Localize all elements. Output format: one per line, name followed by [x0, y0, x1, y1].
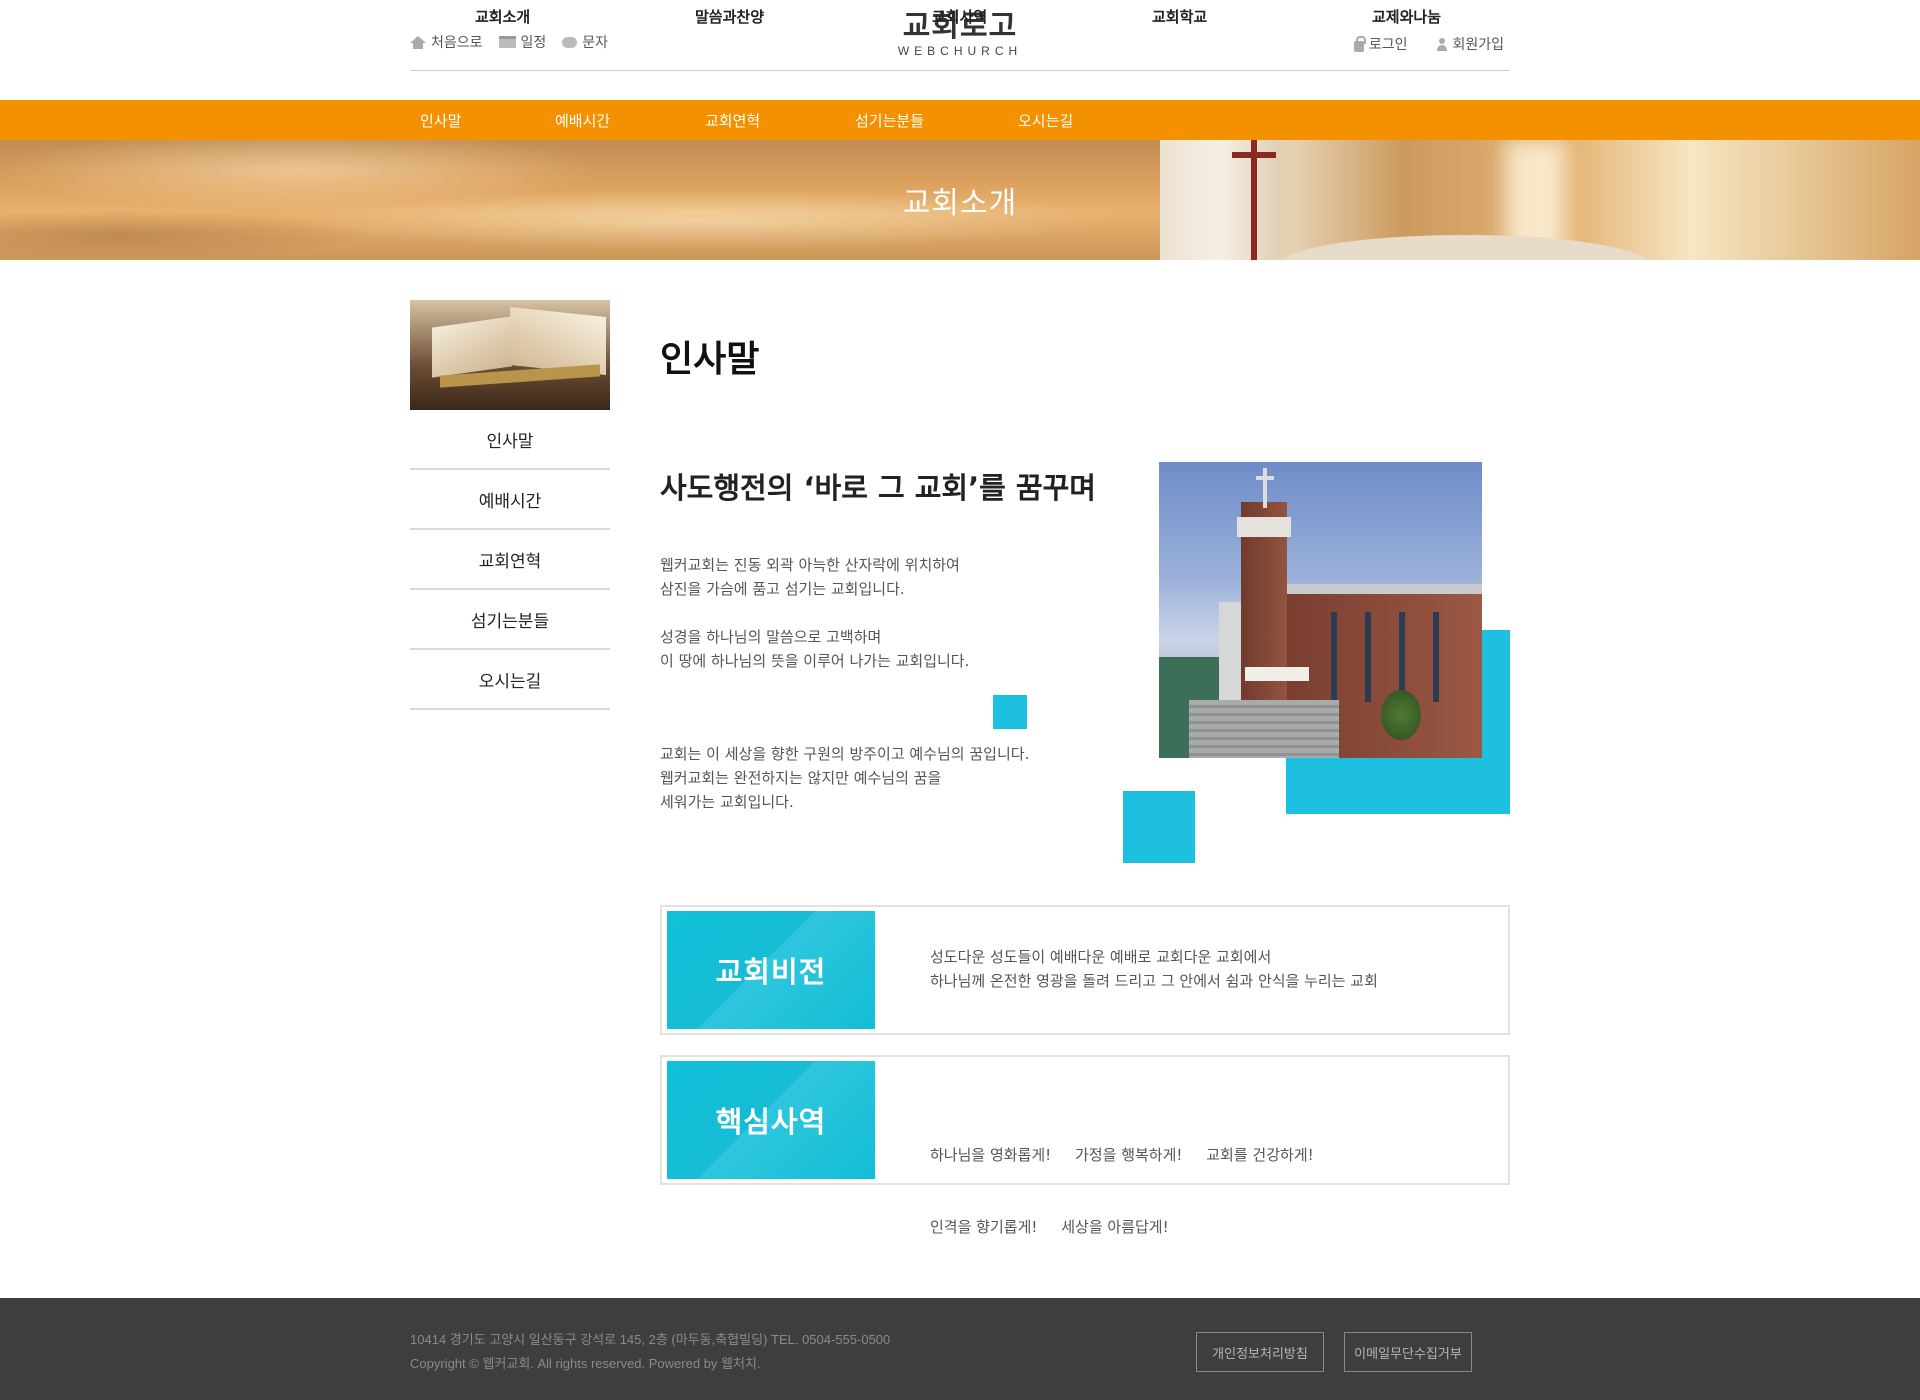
sidebar: 인사말 예배시간 교회연혁 섬기는분들 오시는길	[410, 300, 610, 710]
greeting-paragraph-1: 웹커교회는 진동 외곽 아늑한 산자락에 위치하여 삼진을 가슴에 품고 섬기는…	[660, 553, 960, 601]
photo-window	[1399, 612, 1405, 702]
privacy-policy-button[interactable]: 개인정보처리방침	[1196, 1332, 1324, 1372]
vision-text: 성도다운 성도들이 예배다운 예배로 교회다운 교회에서 하나님께 온전한 영광…	[930, 945, 1378, 993]
message-link-label: 문자	[582, 35, 609, 51]
sub-nav-item-directions[interactable]: 오시는길	[1018, 110, 1073, 131]
page-banner: 교회소개	[0, 140, 1920, 260]
sidebar-item-directions[interactable]: 오시는길	[410, 650, 610, 710]
home-icon	[410, 36, 426, 49]
photo-tree	[1381, 690, 1421, 740]
sidebar-item-history[interactable]: 교회연혁	[410, 530, 610, 590]
main-nav-item-about[interactable]: 교회소개	[475, 6, 530, 27]
site-header: 처음으로 일정 문자 교회로고 WEBCHURCH 로그인 회원가입 교회소개 …	[410, 0, 1510, 100]
photo-window	[1433, 612, 1439, 702]
photo-stairs	[1189, 700, 1339, 758]
banner-title: 교회소개	[902, 186, 1018, 221]
logo-sub-text: WEBCHURCH	[897, 44, 1023, 58]
calendar-icon	[498, 36, 516, 48]
bible-page-left	[432, 316, 512, 378]
photo-sign	[1245, 667, 1309, 681]
vision-line: 성도다운 성도들이 예배다운 예배로 교회다운 교회에서	[930, 948, 1272, 966]
page-title: 인사말	[660, 339, 760, 380]
paragraph-line: 성경을 하나님의 말씀으로 고백하며	[660, 628, 882, 646]
vision-line: 하나님께 온전한 영광을 돌려 드리고 그 안에서 쉼과 안식을 누리는 교회	[930, 972, 1378, 990]
paragraph-line: 웹커교회는 완전하지는 않지만 예수님의 꿈을	[660, 769, 942, 787]
main-nav-item-word[interactable]: 말씀과찬양	[695, 6, 764, 27]
paragraph-line: 웹커교회는 진동 외곽 아늑한 산자락에 위치하여	[660, 556, 960, 574]
lock-icon	[1353, 35, 1366, 52]
login-link[interactable]: 로그인	[1353, 34, 1408, 54]
photo-spire-cross	[1256, 476, 1274, 480]
vision-box: 교회비전 성도다운 성도들이 예배다운 예배로 교회다운 교회에서 하나님께 온…	[660, 905, 1510, 1035]
photo-roof	[1287, 584, 1482, 594]
cross-bar	[1232, 152, 1276, 158]
sidebar-item-worship[interactable]: 예배시간	[410, 470, 610, 530]
headline-prefix: 사도행전의	[660, 471, 804, 505]
paragraph-line: 이 땅에 하나님의 뜻을 이루어 나가는 교회입니다.	[660, 652, 970, 670]
greeting-paragraph-3: 교회는 이 세상을 향한 구원의 방주이고 예수님의 꿈입니다. 웹커교회는 완…	[660, 742, 1029, 814]
photo-spire	[1263, 468, 1267, 508]
main-nav-item-ministry[interactable]: 교회사역	[932, 6, 987, 27]
greeting-paragraph-2: 성경을 하나님의 말씀으로 고백하며 이 땅에 하나님의 뜻을 이루어 나가는 …	[660, 625, 969, 673]
schedule-link[interactable]: 일정	[498, 32, 547, 52]
sidebar-menu: 인사말 예배시간 교회연혁 섬기는분들 오시는길	[410, 410, 610, 710]
core-ministry-text: 하나님을 영화롭게! 가정을 행복하게! 교회를 건강하게! 인격을 향기롭게!…	[930, 1095, 1314, 1287]
core-ministry-label: 핵심사역	[667, 1061, 875, 1179]
footer-copyright: Copyright © 웹커교회. All rights reserved. P…	[410, 1356, 761, 1371]
photo-window	[1365, 612, 1371, 702]
photo-window	[1331, 612, 1337, 702]
chat-icon	[562, 36, 578, 48]
headline-suffix: 를 꿈꾸며	[979, 471, 1096, 505]
sub-nav-bar: 인사말 예배시간 교회연혁 섬기는분들 오시는길	[0, 100, 1920, 140]
message-link[interactable]: 문자	[562, 32, 608, 52]
photo-tower-top	[1237, 517, 1291, 537]
main-nav-item-fellowship[interactable]: 교제와나눔	[1372, 6, 1441, 27]
signup-link-label: 회원가입	[1452, 37, 1504, 53]
home-link[interactable]: 처음으로	[410, 32, 483, 52]
email-refusal-button[interactable]: 이메일무단수집거부	[1344, 1332, 1472, 1372]
sub-nav-item-worship[interactable]: 예배시간	[555, 110, 610, 131]
sub-nav-item-staff[interactable]: 섬기는분들	[855, 110, 924, 131]
footer-info: 10414 경기도 고양시 일산동구 강석로 145, 2층 (마두동,축협빌딩…	[410, 1328, 890, 1376]
login-link-label: 로그인	[1368, 37, 1408, 53]
church-building-photo	[1159, 462, 1482, 758]
decorative-square-small	[993, 695, 1027, 729]
core-ministry-line: 인격을 향기롭게! 세상을 아름답게!	[930, 1218, 1169, 1236]
schedule-link-label: 일정	[520, 35, 547, 51]
paragraph-line: 삼진을 가슴에 품고 섬기는 교회입니다.	[660, 580, 905, 598]
signup-link[interactable]: 회원가입	[1437, 34, 1504, 54]
core-ministry-box: 핵심사역 하나님을 영화롭게! 가정을 행복하게! 교회를 건강하게! 인격을 …	[660, 1055, 1510, 1236]
footer-address: 10414 경기도 고양시 일산동구 강석로 145, 2층 (마두동,축협빌딩…	[410, 1332, 891, 1347]
core-ministry-line: 하나님을 영화롭게! 가정을 행복하게! 교회를 건강하게!	[930, 1146, 1314, 1164]
site-footer: 10414 경기도 고양시 일산동구 강석로 145, 2층 (마두동,축협빌딩…	[0, 1298, 1920, 1400]
user-icon	[1437, 37, 1448, 51]
headline-bold: ‘바로 그 교회’	[803, 471, 980, 505]
main-nav-item-school[interactable]: 교회학교	[1152, 6, 1207, 27]
home-link-label: 처음으로	[431, 35, 483, 51]
util-right: 로그인 회원가입	[1353, 34, 1504, 54]
sub-nav-item-greeting[interactable]: 인사말	[420, 110, 461, 131]
sidebar-item-staff[interactable]: 섬기는분들	[410, 590, 610, 650]
util-left: 처음으로 일정 문자	[410, 32, 608, 52]
paragraph-line: 교회는 이 세상을 향한 구원의 방주이고 예수님의 꿈입니다.	[660, 745, 1030, 763]
greeting-headline: 사도행전의 ‘바로 그 교회’를 꿈꾸며	[660, 465, 1096, 507]
sidebar-item-greeting[interactable]: 인사말	[410, 410, 610, 470]
main-nav: 교회소개 말씀과찬양 교회사역 교회학교 교제와나눔	[410, 8, 1510, 100]
sidebar-bible-image	[410, 300, 610, 410]
paragraph-line: 세워가는 교회입니다.	[660, 793, 794, 811]
vision-label: 교회비전	[667, 911, 875, 1029]
sub-nav-item-history[interactable]: 교회연혁	[705, 110, 760, 131]
decorative-square-medium	[1123, 791, 1195, 863]
